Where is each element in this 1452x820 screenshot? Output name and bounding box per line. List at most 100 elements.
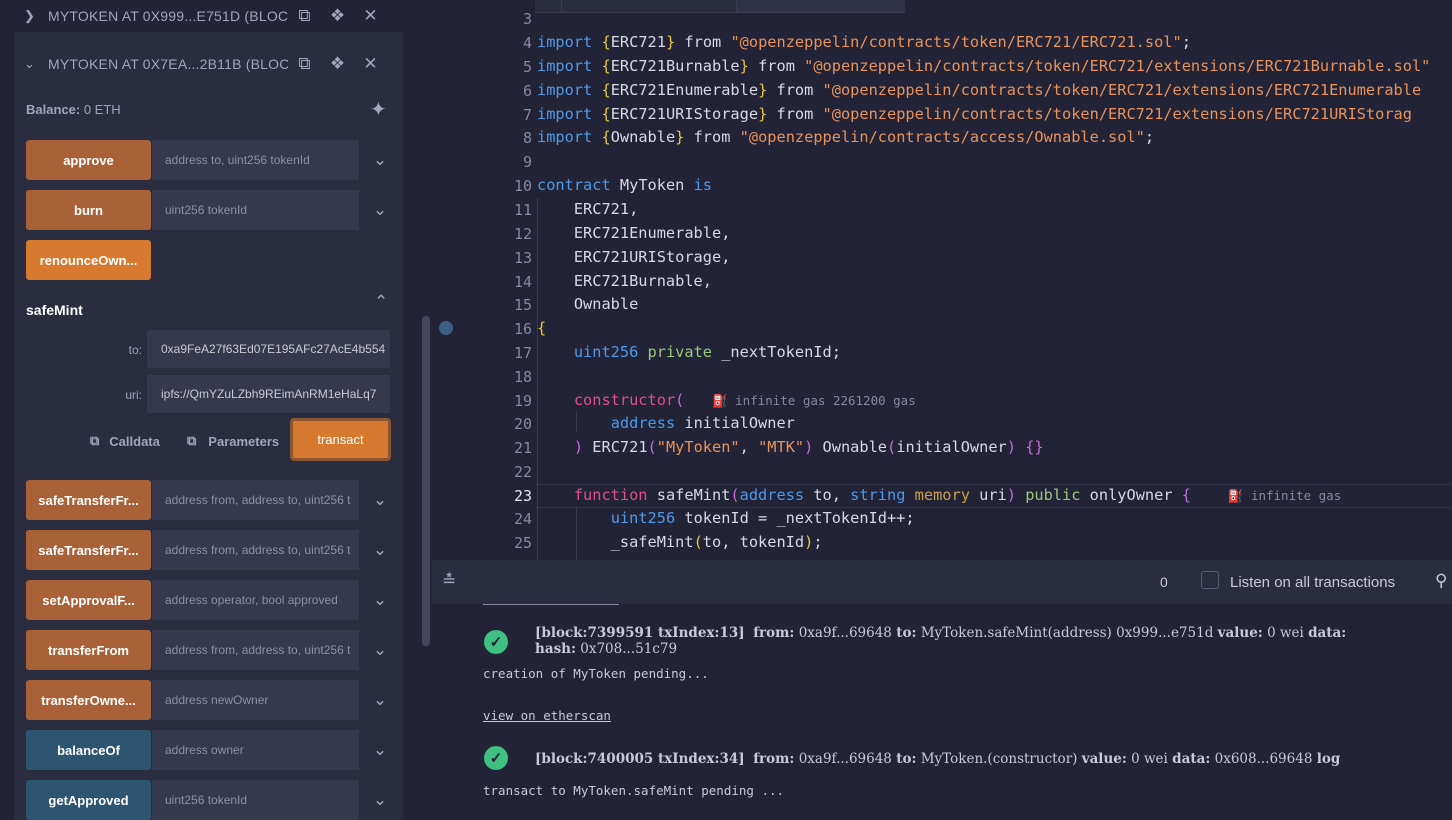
line-number: 8	[522, 129, 532, 147]
instance-title: MYTOKEN AT 0X7EA...2B11B (BLOCKCH	[48, 56, 288, 72]
breakpoint-icon[interactable]	[439, 321, 453, 335]
set-approval-for-all-button[interactable]: setApprovalF...	[26, 580, 151, 620]
chevron-down-icon[interactable]: ⌄	[365, 200, 395, 220]
code-line: contract MyToken is	[537, 176, 712, 194]
balance-of-params-input[interactable]: address owner	[152, 730, 359, 770]
copy-icon[interactable]: ⧉	[288, 54, 321, 74]
chevron-down-icon[interactable]: ⌄	[365, 590, 395, 610]
parameters-button[interactable]: ⧉ Parameters	[187, 433, 279, 449]
function-approve: approve address to, uint256 tokenId ⌄	[26, 140, 395, 180]
close-icon[interactable]: ✕	[354, 54, 387, 74]
transact-button[interactable]: transact	[290, 418, 391, 461]
get-approved-params-input[interactable]: uint256 tokenId	[152, 780, 359, 820]
pin-icon[interactable]: ❖	[321, 6, 354, 26]
code-line: _safeMint(to, tokenId);	[537, 533, 823, 551]
code-line: ERC721URIStorage,	[537, 248, 731, 266]
copy-icon[interactable]: ⧉	[288, 6, 321, 26]
listen-label: Listen on all transactions	[1230, 574, 1396, 591]
transfer-ownership-params-input[interactable]: address newOwner	[152, 680, 359, 720]
terminal-output: ✓ [block:7399591 txIndex:13] from: 0xa9f…	[432, 604, 1452, 820]
set-approval-params-input[interactable]: address operator, bool approved	[152, 580, 359, 620]
burn-params-input[interactable]: uint256 tokenId	[152, 190, 359, 230]
gas-estimate-19: ⛽ infinite gas 2261200 gas	[712, 393, 916, 408]
chevron-down-icon[interactable]: ⌄	[365, 490, 395, 510]
chevron-down-icon[interactable]: ⌄	[365, 690, 395, 710]
line-number: 23	[513, 487, 532, 505]
calldata-label: Calldata	[109, 433, 160, 449]
function-transfer-from: transferFrom address from, address to, u…	[26, 630, 395, 670]
code-line: constructor( ⛽ infinite gas 2261200 gas	[573, 391, 916, 409]
line-number: 3	[522, 10, 532, 28]
chevron-down-icon[interactable]: ⌄	[365, 640, 395, 660]
to-input[interactable]: 0xa9FeA27f63Ed07E195AFc27AcE4b554	[147, 330, 390, 368]
balance-of-button[interactable]: balanceOf	[26, 730, 151, 770]
function-balance-of: balanceOf address owner ⌄	[26, 730, 395, 770]
approve-params-input[interactable]: address to, uint256 tokenId	[152, 140, 359, 180]
chevron-down-icon[interactable]: ⌄	[24, 56, 38, 72]
line-number: 5	[522, 58, 532, 76]
code-line: import {Ownable} from "@openzeppelin/con…	[537, 128, 1155, 146]
listen-checkbox[interactable]	[1201, 571, 1219, 589]
line-number: 20	[513, 415, 532, 433]
line-number: 14	[513, 273, 532, 291]
uri-input[interactable]: ipfs://QmYZuLZbh9REimAnRM1eHaLq7	[147, 375, 390, 413]
sparkle-icon[interactable]: ✦	[370, 97, 387, 122]
chevron-down-icon[interactable]: ⌄	[365, 790, 395, 810]
pin-icon[interactable]: ❖	[321, 54, 354, 74]
safe-transfer-from-button[interactable]: safeTransferFr...	[26, 480, 151, 520]
terminal-divider	[483, 604, 619, 605]
code-line: uint256 tokenId = _nextTokenId++;	[610, 509, 915, 527]
line-number: 11	[513, 201, 532, 219]
burn-button[interactable]: burn	[26, 190, 151, 230]
calldata-button[interactable]: ⧉ Calldata	[90, 433, 160, 449]
transfer-from-button[interactable]: transferFrom	[26, 630, 151, 670]
safe-transfer-from-params-input[interactable]: address from, address to, uint256 t	[152, 530, 359, 570]
approve-button[interactable]: approve	[26, 140, 151, 180]
line-number: 18	[513, 368, 532, 386]
editor-tab-active[interactable]	[736, 0, 905, 12]
search-icon[interactable]: ⚲	[1435, 571, 1447, 591]
check-icon[interactable]: ✓	[484, 630, 508, 654]
check-icon[interactable]: ✓	[484, 746, 508, 770]
code-line: function safeMint(address to, string mem…	[573, 486, 1342, 504]
code-line: Ownable	[537, 295, 639, 313]
pending-count: 0	[1160, 574, 1168, 590]
editor-tab[interactable]	[534, 0, 562, 12]
chevron-down-icon[interactable]: ⌄	[365, 540, 395, 560]
function-safe-transfer-from-1: safeTransferFr... address from, address …	[26, 480, 395, 520]
line-number: 4	[522, 34, 532, 52]
sidebar-scrollbar-thumb[interactable]	[422, 316, 430, 646]
view-etherscan-link[interactable]: view on etherscan	[483, 708, 611, 723]
transfer-from-params-input[interactable]: address from, address to, uint256 t	[152, 630, 359, 670]
code-line: import {ERC721Enumerable} from "@openzep…	[537, 81, 1422, 99]
get-approved-button[interactable]: getApproved	[26, 780, 151, 820]
safe-transfer-from-params-input[interactable]: address from, address to, uint256 t	[152, 480, 359, 520]
instance-open[interactable]: ⌄ MYTOKEN AT 0X7EA...2B11B (BLOCKCH ⧉ ❖ …	[14, 44, 403, 84]
tx-line[interactable]: [block:7399591 txIndex:13] from: 0xa9f..…	[535, 625, 1346, 641]
deploy-panel: ❯ MYTOKEN AT 0X999...E751D (BLOCKCHA ⧉ ❖…	[0, 0, 432, 820]
safe-transfer-from-button[interactable]: safeTransferFr...	[26, 530, 151, 570]
code-line: import {ERC721URIStorage} from "@openzep…	[537, 105, 1412, 123]
gas-estimate-23: ⛽ infinite gas	[1227, 488, 1342, 503]
chevron-double-down-icon[interactable]: ≛	[442, 571, 456, 591]
line-number: 9	[522, 153, 532, 171]
chevron-right-icon[interactable]: ❯	[24, 8, 38, 24]
code-line: ERC721,	[537, 200, 639, 218]
chevron-down-icon[interactable]: ⌄	[365, 150, 395, 170]
transfer-ownership-button[interactable]: transferOwne...	[26, 680, 151, 720]
renounce-ownership-button[interactable]: renounceOwn...	[26, 240, 151, 280]
function-safe-transfer-from-2: safeTransferFr... address from, address …	[26, 530, 395, 570]
close-icon[interactable]: ✕	[354, 6, 387, 26]
creation-pending: creation of MyToken pending...	[483, 666, 709, 681]
chevron-up-icon[interactable]: ⌃	[374, 292, 388, 312]
line-number: 17	[513, 344, 532, 362]
tx-line[interactable]: [block:7400005 txIndex:34] from: 0xa9f..…	[535, 751, 1340, 767]
editor-tab-bar	[535, 0, 905, 13]
chevron-down-icon[interactable]: ⌄	[365, 740, 395, 760]
code-editor[interactable]: 3 4 5 6 7 8 9 10 11 12 13 14 15 16 17 18 19 20 21 22 23 24 25 …	[432, 0, 1452, 560]
function-renounce-ownership: renounceOwn...	[26, 240, 151, 280]
line-number: 13	[513, 249, 532, 267]
line-number: 16	[513, 320, 532, 338]
to-label: to:	[128, 343, 142, 357]
instance-collapsed[interactable]: ❯ MYTOKEN AT 0X999...E751D (BLOCKCHA ⧉ ❖…	[14, 0, 403, 36]
